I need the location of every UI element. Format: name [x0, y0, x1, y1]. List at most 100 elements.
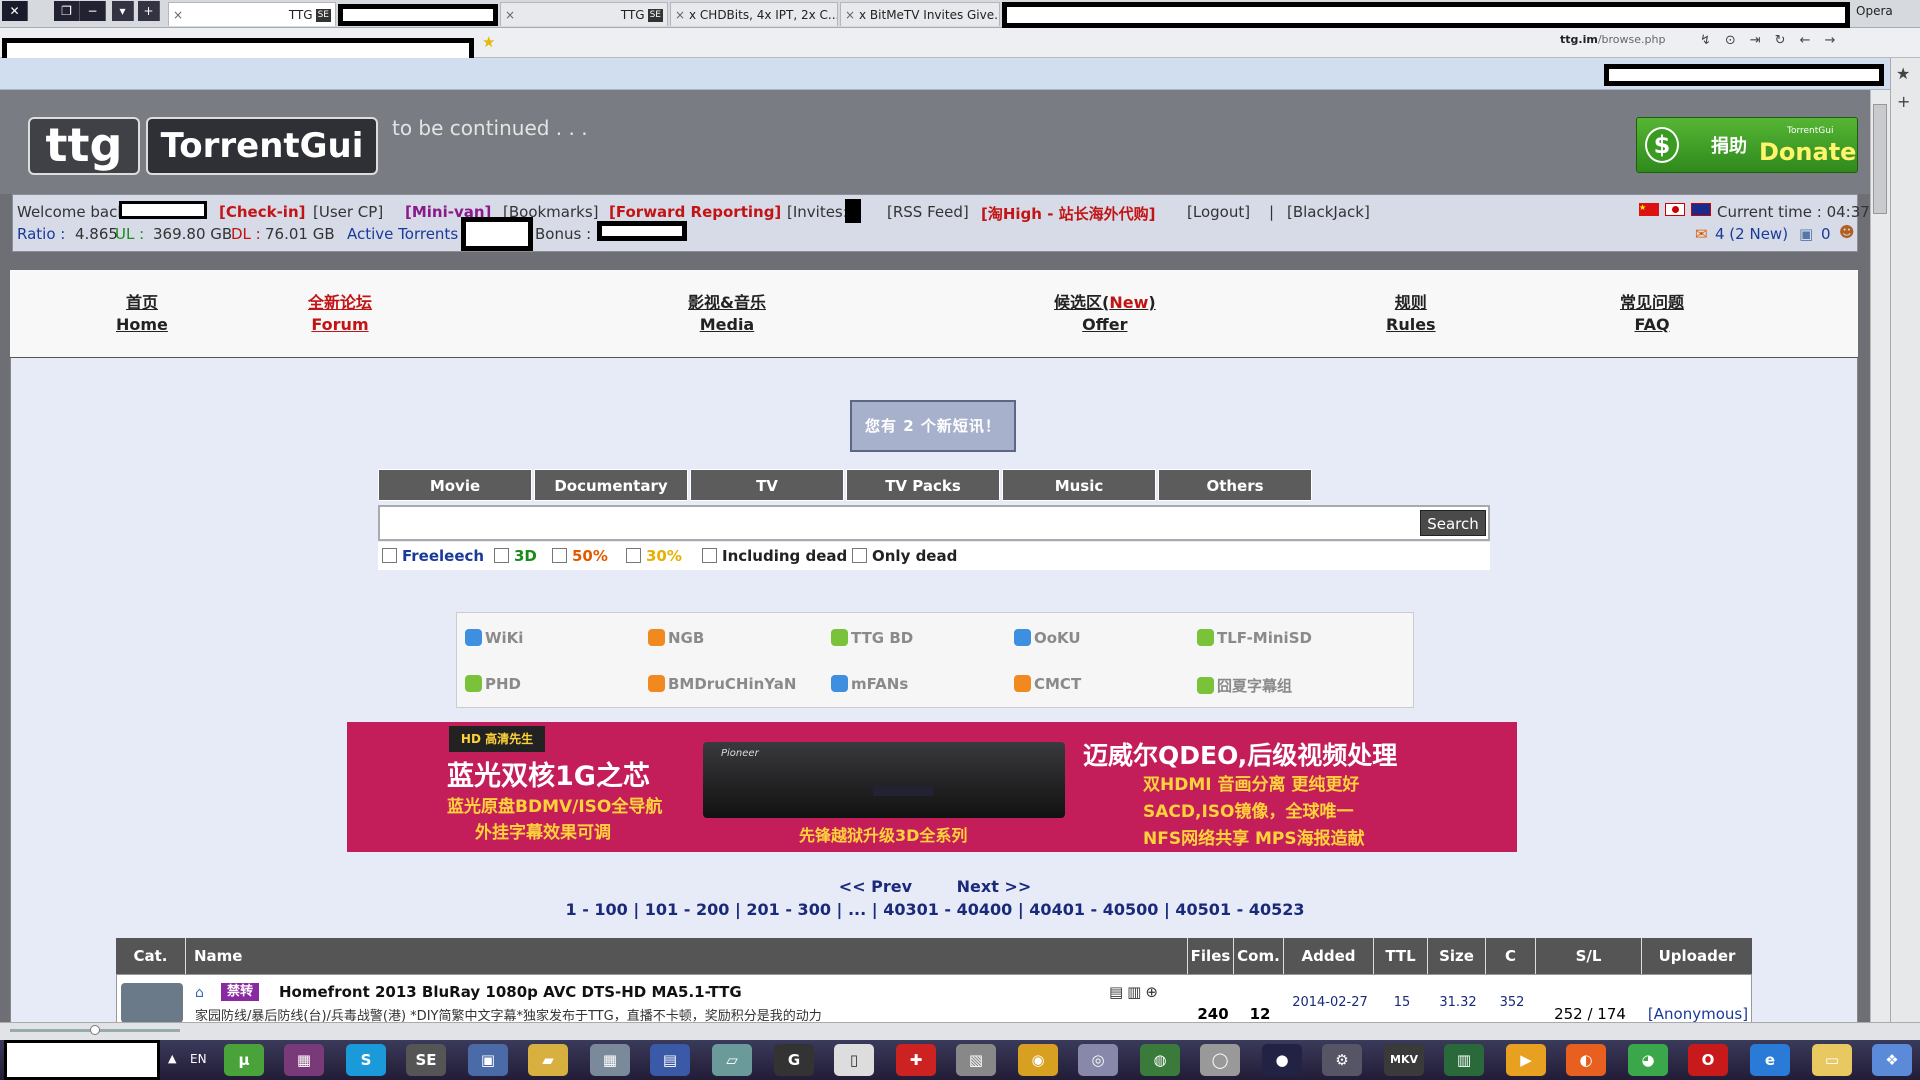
search-button[interactable]: Search [1420, 510, 1486, 536]
partner-link[interactable]: BMDruCHinYaN [648, 675, 796, 693]
uploader[interactable]: [Anonymous] [1643, 1005, 1753, 1023]
film-icon[interactable]: ▧ [956, 1044, 996, 1076]
network-icon[interactable]: ▤ [650, 1044, 690, 1076]
calculator-icon[interactable]: ▦ [590, 1044, 630, 1076]
row-action-icons[interactable]: ▤▥⊕ [1109, 983, 1162, 1001]
inbox-icon[interactable]: ▣ [1799, 225, 1813, 243]
mkv-icon[interactable]: MKV [1384, 1044, 1424, 1076]
winrar-icon[interactable]: ▦ [284, 1044, 324, 1076]
partner-link[interactable]: 囧夏字幕组 [1197, 675, 1292, 696]
site-logo[interactable]: ttg TorrentGui [28, 113, 380, 177]
partner-link[interactable]: mFANs [831, 675, 908, 693]
partner-link[interactable]: TLF-MiniSD [1197, 629, 1312, 647]
bonus-label[interactable]: Bonus : 7 [535, 225, 605, 243]
mail-icon[interactable]: ✉ [1695, 225, 1708, 243]
tab-ttg-2[interactable]: × TTG SE [500, 2, 668, 26]
folder-app-icon[interactable]: ▰ [528, 1044, 568, 1076]
col-cat[interactable]: Cat. [116, 938, 186, 974]
se-icon[interactable]: SE [406, 1044, 446, 1076]
nav-forum[interactable]: 全新论坛 Forum [308, 292, 372, 336]
utorrent-icon[interactable]: µ [224, 1044, 264, 1076]
forward-reporting-link[interactable]: [Forward Reporting] [609, 203, 781, 221]
col-sl[interactable]: S/L [1536, 938, 1642, 974]
cpu-icon[interactable]: ◉ [1018, 1044, 1058, 1076]
magnifier-icon[interactable]: ◯ [1200, 1044, 1240, 1076]
messages-count[interactable]: 4 (2 New) [1715, 225, 1788, 243]
friends-icon[interactable]: ☻ [1839, 223, 1855, 241]
tab-close-icon[interactable]: × [845, 3, 855, 26]
explorer-icon[interactable]: ▭ [1812, 1044, 1852, 1076]
category-tab-others[interactable]: Others [1158, 469, 1312, 501]
tab-close-icon[interactable]: × [173, 3, 183, 26]
tab-ttg-1[interactable]: × TTG SE [168, 2, 336, 26]
partner-link[interactable]: TTG BD [831, 629, 913, 647]
tab-bitmetv[interactable]: × x BitMeTV Invites Give...TI [840, 2, 1000, 26]
category-tab-tv[interactable]: TV [690, 469, 844, 501]
tab-close-icon[interactable]: × [675, 3, 685, 26]
opera-menu[interactable]: Opera [1856, 4, 1893, 18]
usercp-link[interactable]: [User CP] [313, 203, 383, 221]
rss-link[interactable]: [RSS Feed] [887, 203, 969, 221]
page-link[interactable]: 40301 - 40400 [883, 900, 1012, 919]
page-link[interactable]: 1 - 100 [565, 900, 627, 919]
nav-media[interactable]: 影视&音乐 Media [688, 292, 766, 336]
nav-offer[interactable]: 候选区(New) Offer [1054, 292, 1156, 336]
tab-chdbits[interactable]: × x CHDBits, 4x IPT, 2x C...TI [670, 2, 838, 26]
col-c[interactable]: C [1486, 938, 1536, 974]
nav-home[interactable]: 首页 Home [116, 292, 168, 336]
flag-jp-icon[interactable] [1665, 203, 1685, 216]
language-indicator[interactable]: EN [190, 1052, 207, 1066]
partner-link[interactable]: CMCT [1014, 675, 1081, 693]
new-tab-button[interactable]: + [138, 1, 160, 21]
settings-icon[interactable]: ⚙ [1322, 1044, 1362, 1076]
new-message-notice[interactable]: 您有 2 个新短讯！ [850, 400, 1016, 452]
globe-icon[interactable]: ◍ [1140, 1044, 1180, 1076]
torrent-title[interactable]: Homefront 2013 BluRay 1080p AVC DTS-HD M… [279, 983, 742, 1001]
active-torrents-label[interactable]: Active Torrents : [347, 225, 468, 243]
partner-link[interactable]: PHD [465, 675, 521, 693]
col-ttl[interactable]: TTL [1374, 938, 1428, 974]
filter-including-dead[interactable]: Including dead [702, 547, 847, 565]
checkin-link[interactable]: [Check-in] [219, 203, 305, 221]
flag-uk-icon[interactable] [1691, 203, 1711, 216]
filter-30[interactable]: 30% [626, 547, 682, 565]
media-icon[interactable]: ● [1262, 1044, 1302, 1076]
add-panel-icon[interactable]: + [1897, 92, 1910, 111]
filter-50[interactable]: 50% [552, 547, 608, 565]
filter-3d[interactable]: 3D [494, 547, 537, 565]
page-scrollbar[interactable] [1870, 90, 1890, 1024]
blackjack-link[interactable]: [BlackJack] [1287, 203, 1370, 221]
logout-link[interactable]: [Logout] [1187, 203, 1250, 221]
partner-link[interactable]: WiKi [465, 629, 523, 647]
prev-link[interactable]: << Prev [839, 877, 912, 896]
partner-link[interactable]: OoKU [1014, 629, 1081, 647]
col-files[interactable]: Files [1188, 938, 1234, 974]
table-row[interactable]: ⌂ 禁转 Homefront 2013 BluRay 1080p AVC DTS… [116, 974, 1752, 1024]
notes-icon[interactable]: ▱ [712, 1044, 752, 1076]
spreadsheet-icon[interactable]: ▥ [1444, 1044, 1484, 1076]
player-icon[interactable]: ▶ [1506, 1044, 1546, 1076]
col-uploader[interactable]: Uploader [1642, 938, 1752, 974]
document-icon[interactable]: ▯ [834, 1044, 874, 1076]
category-tab-movie[interactable]: Movie [378, 469, 532, 501]
minimize-window-button[interactable]: − [80, 1, 106, 21]
col-name[interactable]: Name [186, 938, 1188, 974]
col-size[interactable]: Size [1428, 938, 1486, 974]
logitech-icon[interactable]: G [774, 1044, 814, 1076]
bookmark-star-icon[interactable]: ★ [1896, 64, 1910, 83]
category-tab-tv-packs[interactable]: TV Packs [846, 469, 1000, 501]
ie-icon[interactable]: e [1750, 1044, 1790, 1076]
flag-cn-icon[interactable]: ★ [1639, 203, 1659, 216]
filter-freeleech[interactable]: Freeleech [382, 547, 484, 565]
seed-leech[interactable]: 252 / 174 [1537, 1005, 1643, 1023]
app-icon[interactable]: ▣ [468, 1044, 508, 1076]
star-icon[interactable]: ★ [482, 33, 495, 51]
next-link[interactable]: Next >> [957, 877, 1032, 896]
col-com[interactable]: Com. [1234, 938, 1284, 974]
disc-icon[interactable]: ◎ [1078, 1044, 1118, 1076]
page-link[interactable]: 201 - 300 [746, 900, 831, 919]
page-link[interactable]: 40501 - 40523 [1175, 900, 1304, 919]
firefox-icon[interactable]: ◐ [1566, 1044, 1606, 1076]
nav-icons[interactable]: ↯⊙⇥↻←→ [1700, 33, 1849, 48]
invites-link[interactable]: [Invites: [787, 203, 848, 221]
